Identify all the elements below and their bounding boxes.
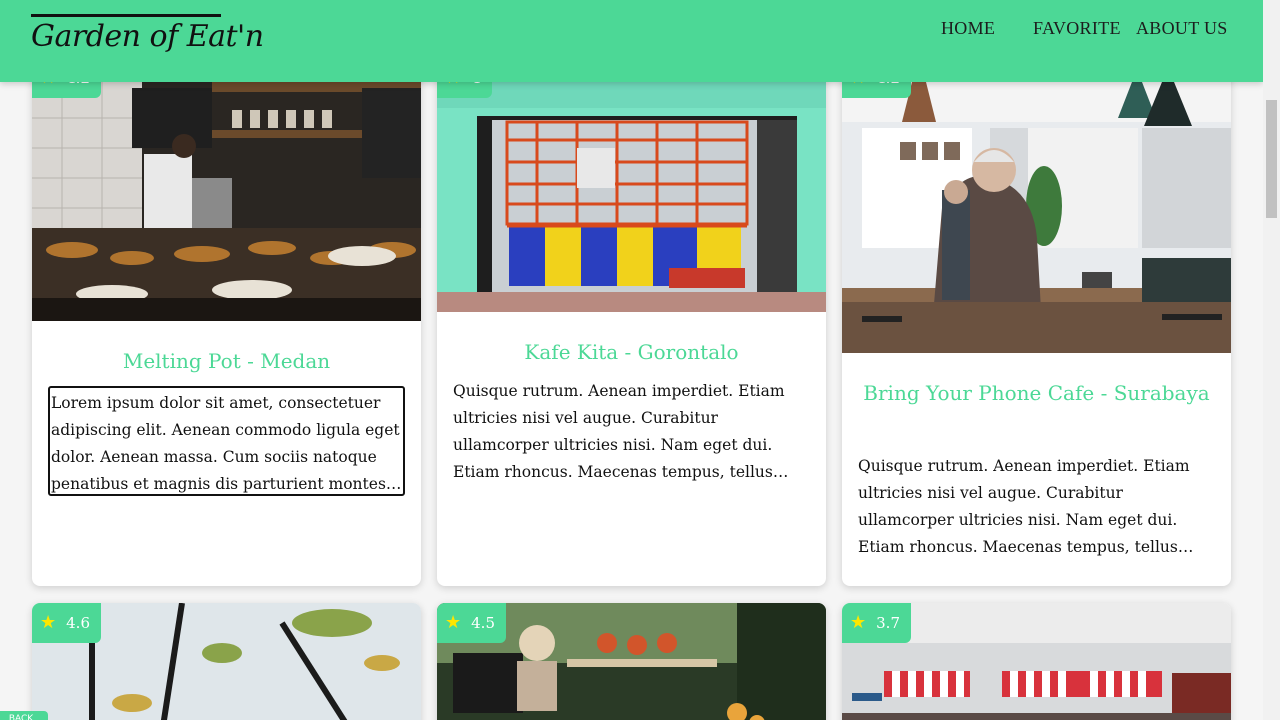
restaurant-card[interactable]: ★ 4.5 bbox=[437, 603, 826, 720]
scrollbar-thumb[interactable] bbox=[1266, 100, 1277, 218]
restaurant-title[interactable]: Bring Your Phone Cafe - Surabaya bbox=[858, 376, 1215, 410]
nav-home-link[interactable]: HOME bbox=[941, 18, 995, 39]
star-icon: ★ bbox=[445, 612, 462, 633]
restaurant-card[interactable]: ★ 4.2 Melting bbox=[32, 58, 421, 586]
restaurant-photo bbox=[842, 58, 1231, 353]
rating-badge: ★ 4.6 bbox=[32, 603, 101, 643]
restaurant-card[interactable]: ★ 4 Kafe Kita - Gorontalo Quisque rutrum… bbox=[437, 58, 826, 586]
page-scrollbar[interactable] bbox=[1263, 0, 1280, 720]
restaurant-description: Lorem ipsum dolor sit amet, consectetuer… bbox=[48, 386, 405, 496]
restaurant-card[interactable]: ★ 3.7 bbox=[842, 603, 1231, 720]
rating-badge: ★ 4.5 bbox=[437, 603, 506, 643]
rating-value: 4.5 bbox=[471, 614, 495, 632]
restaurant-photo bbox=[437, 58, 826, 312]
rating-value: 3.7 bbox=[876, 614, 900, 632]
restaurant-card[interactable]: ★ 4.6 bbox=[32, 603, 421, 720]
restaurant-description: Quisque rutrum. Aenean imperdiet. Etiam … bbox=[858, 457, 1190, 556]
rating-value: 4.6 bbox=[66, 614, 90, 632]
star-icon: ★ bbox=[850, 612, 867, 633]
rating-badge: ★ 3.7 bbox=[842, 603, 911, 643]
restaurant-description: Quisque rutrum. Aenean imperdiet. Etiam … bbox=[453, 382, 785, 481]
top-navbar: Garden of Eat'n HOME FAVORITE ABOUT US bbox=[0, 0, 1263, 82]
nav-favorite-link[interactable]: FAVORITE bbox=[1033, 18, 1121, 39]
nav-about-link[interactable]: ABOUT US bbox=[1136, 18, 1228, 39]
restaurant-title[interactable]: Kafe Kita - Gorontalo bbox=[453, 335, 810, 369]
back-button[interactable]: BACK bbox=[0, 711, 48, 720]
restaurant-card[interactable]: ★ 4.2 Bring Your Phone Cafe - Surabay bbox=[842, 58, 1231, 586]
star-icon: ★ bbox=[40, 612, 57, 633]
site-logo[interactable]: Garden of Eat'n bbox=[31, 14, 264, 64]
restaurant-title[interactable]: Melting Pot - Medan bbox=[48, 344, 405, 378]
